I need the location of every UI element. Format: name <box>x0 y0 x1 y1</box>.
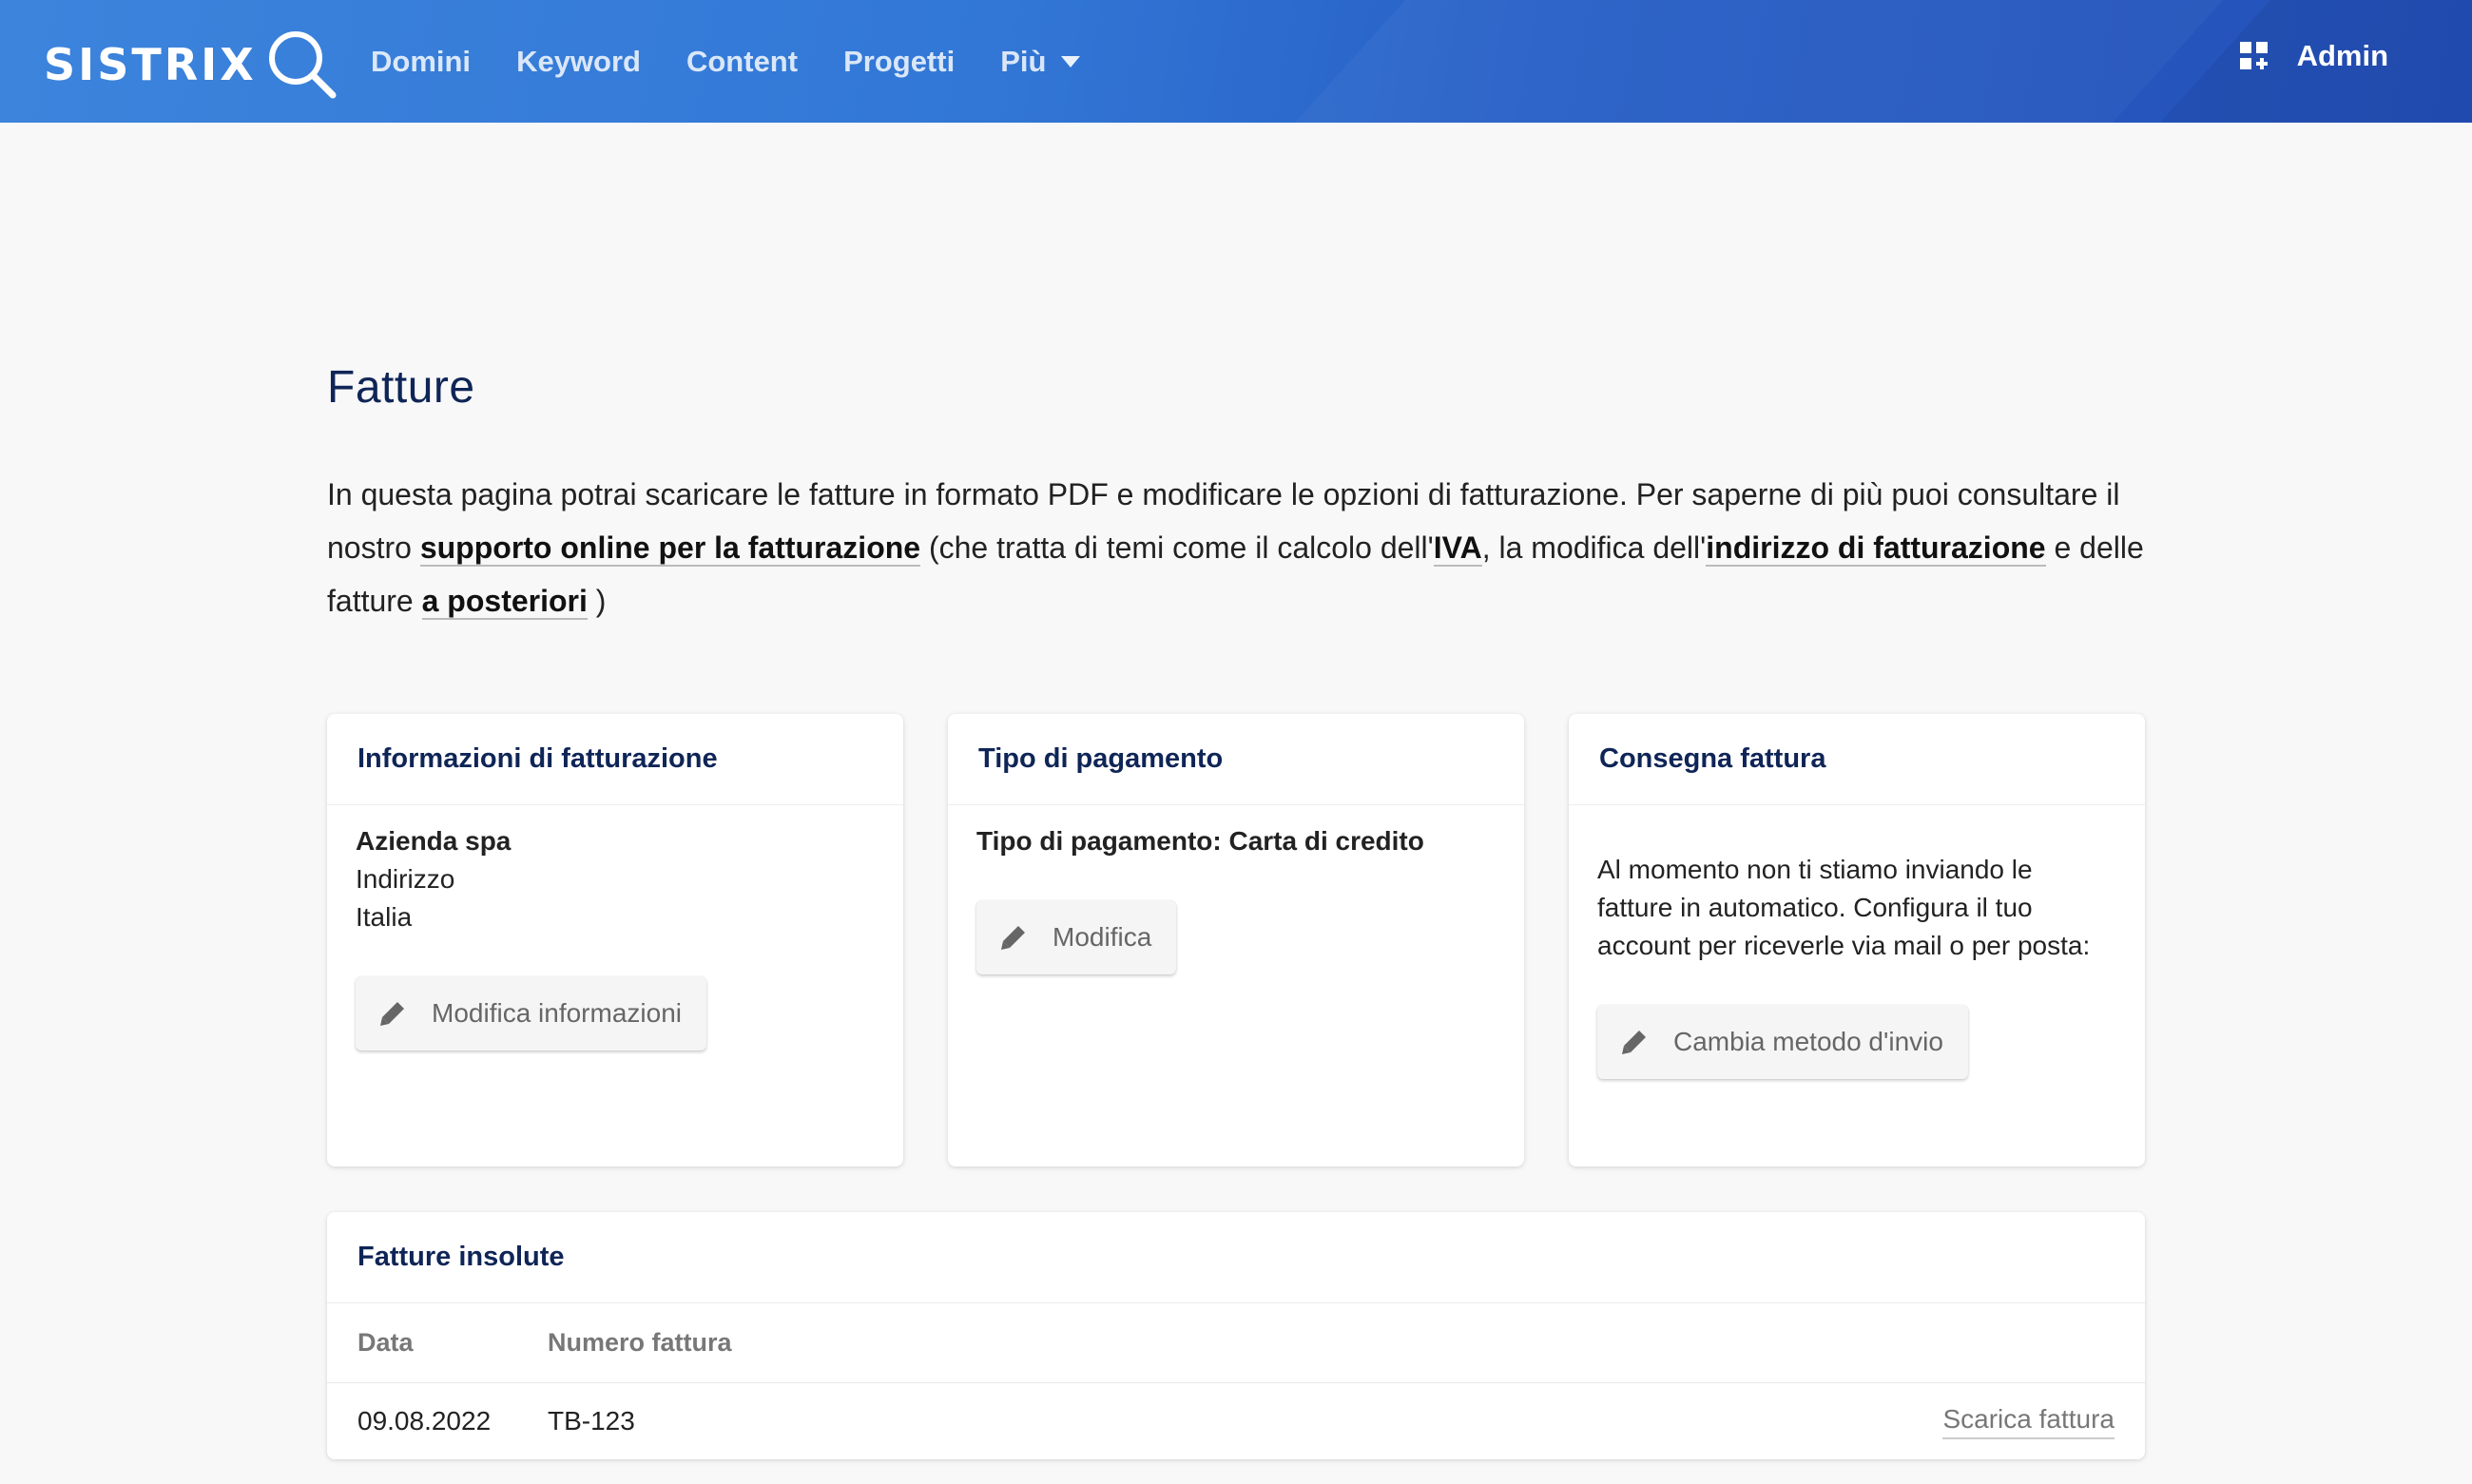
card-title: Tipo di pagamento <box>948 714 1524 805</box>
pencil-icon <box>1001 926 1025 950</box>
column-header-number: Numero fattura <box>548 1328 732 1357</box>
nav-item-content[interactable]: Content <box>686 45 798 79</box>
iva-link[interactable]: IVA <box>1433 530 1482 567</box>
change-delivery-button[interactable]: Cambia metodo d'invio <box>1597 1005 1968 1079</box>
main-nav: Domini Keyword Content Progetti Più <box>371 0 1126 123</box>
download-invoice-link[interactable]: Scarica fattura <box>1942 1404 2115 1439</box>
logo-text: SISTRIX <box>44 39 257 90</box>
nav-item-domini[interactable]: Domini <box>371 45 471 79</box>
nav-item-piu[interactable]: Più <box>1000 45 1081 79</box>
pencil-icon <box>380 1002 404 1026</box>
invoice-date: 09.08.2022 <box>357 1406 492 1436</box>
billing-address: Indirizzo <box>356 864 455 894</box>
table-row: 09.08.2022 TB-123 Scarica fattura <box>327 1383 2145 1459</box>
invoice-delivery-card: Consegna fattura Al momento non ti stiam… <box>1569 714 2145 1166</box>
retroactive-invoices-link[interactable]: a posteriori <box>421 584 588 620</box>
nav-item-progetti[interactable]: Progetti <box>843 45 955 79</box>
company-name: Azienda spa <box>356 826 512 856</box>
admin-label: Admin <box>2296 39 2388 72</box>
support-link[interactable]: supporto online per la fatturazione <box>419 530 921 567</box>
sistrix-logo[interactable]: SISTRIX <box>44 29 338 101</box>
chevron-down-icon <box>1061 55 1081 67</box>
billing-info-card: Informazioni di fatturazione Azienda spa… <box>327 714 903 1166</box>
payment-type-card: Tipo di pagamento Tipo di pagamento: Car… <box>948 714 1524 1166</box>
card-title: Informazioni di fatturazione <box>327 714 903 805</box>
search-icon <box>268 31 337 99</box>
top-navigation-bar: SISTRIX Domini Keyword Content Progetti … <box>0 0 2472 123</box>
billing-address-link[interactable]: indirizzo di fatturazione <box>1706 530 2046 567</box>
apps-grid-icon <box>2239 42 2268 69</box>
payment-type-text: Tipo di pagamento: Carta di credito <box>976 826 1424 856</box>
card-title: Consegna fattura <box>1569 714 2145 805</box>
page-title: Fatture <box>327 362 475 413</box>
admin-menu[interactable]: Admin <box>2239 0 2388 112</box>
delivery-text: Al momento non ti stiamo inviando le fat… <box>1597 855 2091 960</box>
unpaid-invoices-card: Fatture insolute Data Numero fattura 09.… <box>327 1212 2145 1459</box>
invoice-number: TB-123 <box>548 1406 635 1436</box>
card-title: Fatture insolute <box>327 1212 2145 1303</box>
billing-country: Italia <box>356 902 413 932</box>
intro-paragraph: In questa pagina potrai scaricare le fat… <box>327 477 2144 620</box>
header-decoration <box>1295 0 2223 123</box>
edit-payment-button[interactable]: Modifica <box>976 900 1177 974</box>
table-header: Data Numero fattura <box>327 1303 2145 1383</box>
pencil-icon <box>1622 1031 1646 1054</box>
edit-info-button[interactable]: Modifica informazioni <box>356 976 706 1050</box>
nav-item-keyword[interactable]: Keyword <box>516 45 641 79</box>
column-header-date: Data <box>357 1328 414 1357</box>
